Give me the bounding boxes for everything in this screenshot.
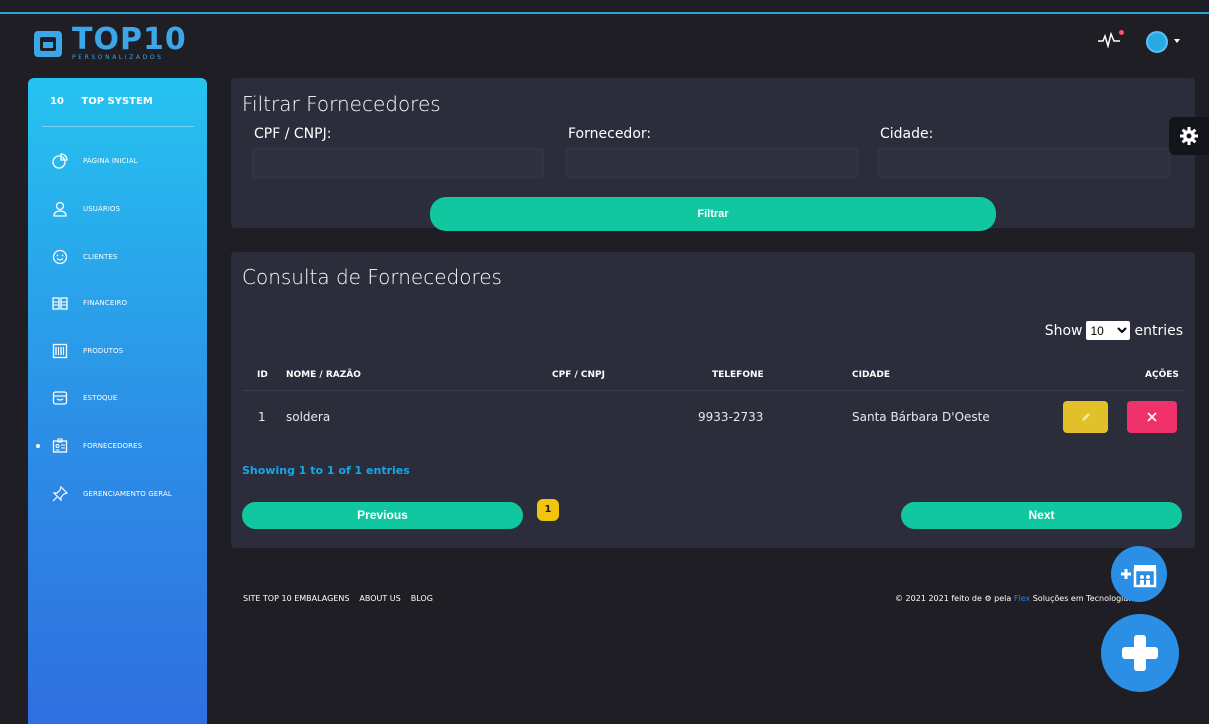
brand-name: TOP SYSTEM [81, 96, 153, 107]
sidebar-brand[interactable]: 10 TOP SYSTEM [50, 96, 153, 107]
copyright-text: © 2021 2021 feito de [895, 594, 985, 603]
pin-icon [52, 486, 68, 502]
footer-links: SITE TOP 10 EMBALAGENS ABOUT US BLOG [243, 594, 433, 603]
footer-link-blog[interactable]: BLOG [411, 594, 433, 603]
cidade-input[interactable] [878, 148, 1170, 178]
fornecedor-input[interactable] [566, 148, 858, 178]
sidebar-item-label: CLIENTES [83, 253, 118, 261]
add-store-button[interactable] [1111, 546, 1167, 602]
column-header-nome[interactable]: NOME / RAZÃO [286, 370, 361, 380]
cell-telefone: 9933-2733 [698, 410, 764, 424]
cell-id: 1 [258, 410, 266, 424]
filter-button[interactable]: Filtrar [430, 197, 996, 231]
logo-title: TOP10 [72, 22, 187, 57]
consulta-card: Consulta de Fornecedores Show 10 entries… [231, 252, 1195, 548]
consulta-title: Consulta de Fornecedores [242, 265, 502, 289]
sidebar-item-gerenciamento-geral[interactable]: GERENCIAMENTO GERAL [28, 479, 207, 509]
cell-cidade: Santa Bárbara D'Oeste [852, 410, 990, 424]
brand-number: 10 [50, 96, 64, 107]
cpf-input[interactable] [252, 148, 544, 178]
column-header-acoes[interactable]: AÇÕES [1145, 370, 1179, 380]
cell-nome: soldera [286, 410, 331, 424]
avatar[interactable] [1146, 31, 1168, 53]
heart-icon: ⚙ [984, 594, 992, 603]
previous-button[interactable]: Previous [242, 502, 523, 529]
sidebar: 10 TOP SYSTEM PÁGINA INICIAL USUÁRIOS CL… [28, 78, 207, 724]
sidebar-item-usuarios[interactable]: USUÁRIOS [28, 194, 207, 224]
delete-button[interactable] [1127, 401, 1177, 433]
close-icon [1147, 412, 1157, 422]
cidade-label: Cidade: [880, 126, 934, 142]
gear-icon [1180, 127, 1198, 145]
show-prefix: Show [1044, 322, 1083, 339]
money-icon [52, 295, 68, 311]
sidebar-item-clientes[interactable]: CLIENTES [28, 242, 207, 272]
copyright-text-end: Soluções em Tecnologia. [1030, 594, 1131, 603]
column-header-cpf[interactable]: CPF / CNPJ [552, 370, 605, 380]
user-icon [52, 201, 68, 217]
edit-button[interactable] [1063, 401, 1108, 433]
add-button[interactable] [1101, 614, 1179, 692]
footer-copyright: © 2021 2021 feito de ⚙ pela Flex Soluçõe… [895, 594, 1131, 603]
sidebar-item-produtos[interactable]: PRODUTOS [28, 336, 207, 366]
smile-icon [52, 249, 68, 265]
plus-icon [1122, 635, 1158, 671]
divider [42, 126, 194, 127]
next-button[interactable]: Next [901, 502, 1182, 529]
sidebar-item-label: GERENCIAMENTO GERAL [83, 490, 172, 498]
sidebar-item-label: USUÁRIOS [83, 205, 121, 213]
sidebar-item-pagina-inicial[interactable]: PÁGINA INICIAL [28, 146, 207, 176]
column-header-cidade[interactable]: CIDADE [852, 370, 890, 380]
sidebar-item-label: PÁGINA INICIAL [83, 157, 138, 165]
activity-icon[interactable] [1098, 32, 1120, 48]
box-icon [52, 390, 68, 406]
sidebar-item-estoque[interactable]: ESTOQUE [28, 383, 207, 413]
column-header-id[interactable]: ID [257, 370, 268, 380]
notification-dot [1119, 30, 1124, 35]
sidebar-item-label: ESTOQUE [83, 394, 118, 402]
sidebar-item-label: PRODUTOS [83, 347, 124, 355]
topbar: TOP10 PERSONALIZADOS [0, 14, 1209, 70]
show-suffix: entries [1134, 322, 1183, 339]
id-card-icon [52, 438, 68, 454]
page-1-button[interactable]: 1 [537, 499, 559, 521]
table-info: Showing 1 to 1 of 1 entries [242, 464, 410, 477]
logo[interactable]: TOP10 PERSONALIZADOS [34, 22, 187, 62]
entries-select[interactable]: 10 [1086, 321, 1131, 340]
add-store-icon [1121, 565, 1157, 588]
logo-bag-icon [34, 31, 62, 57]
pencil-icon [1082, 413, 1090, 421]
sidebar-item-label: FORNECEDORES [83, 442, 143, 450]
filter-title: Filtrar Fornecedores [242, 92, 441, 116]
sidebar-item-label: FINANCEIRO [83, 299, 128, 307]
divider [242, 390, 1184, 391]
flex-link[interactable]: Flex [1014, 594, 1030, 603]
cpf-label: CPF / CNPJ: [254, 126, 332, 142]
pie-chart-icon [52, 153, 68, 169]
fornecedor-label: Fornecedor: [568, 126, 652, 142]
filter-card: Filtrar Fornecedores CPF / CNPJ: Fornece… [231, 78, 1195, 231]
chevron-down-icon[interactable] [1174, 39, 1180, 43]
barcode-icon [52, 343, 68, 359]
active-indicator [36, 444, 40, 448]
entries-length: Show 10 entries [1045, 321, 1183, 340]
footer-link-site[interactable]: SITE TOP 10 EMBALAGENS [243, 594, 349, 603]
settings-toggle[interactable] [1169, 117, 1209, 155]
column-header-telefone[interactable]: TELEFONE [712, 370, 764, 380]
copyright-text-mid: pela [991, 594, 1014, 603]
footer-link-about[interactable]: ABOUT US [359, 594, 400, 603]
sidebar-item-financeiro[interactable]: FINANCEIRO [28, 288, 207, 318]
sidebar-item-fornecedores[interactable]: FORNECEDORES [28, 431, 207, 461]
